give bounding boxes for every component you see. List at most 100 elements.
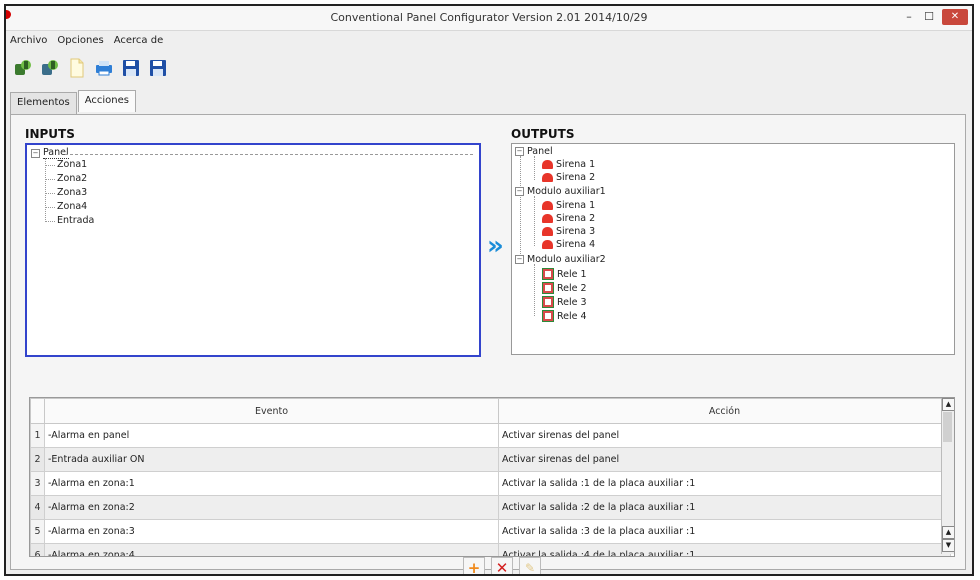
table-row[interactable]: 3 -Alarma en zona:1 Activar la salida :1… — [30, 471, 951, 496]
table-row[interactable]: 2 -Entrada auxiliar ON Activar sirenas d… — [30, 447, 951, 472]
evento-cell[interactable]: -Alarma en zona:1 — [44, 471, 499, 496]
tree-node-label: Sirena 3 — [556, 226, 596, 237]
double-chevron-right-icon[interactable]: » — [487, 233, 504, 259]
floppy-disk-icon — [123, 60, 139, 76]
evento-cell[interactable]: -Alarma en zona:3 — [44, 519, 499, 544]
device-write-icon — [42, 60, 58, 75]
table-scrollbar[interactable]: ▲ ▲ ▼ — [941, 398, 954, 554]
table-row[interactable]: 1 -Alarma en panel Activar sirenas del p… — [30, 423, 951, 448]
save-button[interactable] — [120, 57, 142, 79]
accion-cell[interactable]: Activar la salida :2 de la placa auxilia… — [498, 495, 951, 520]
tree-node-rele[interactable]: Rele 4 — [542, 310, 587, 322]
tree-node-sirena[interactable]: Sirena 1 — [542, 159, 595, 170]
evento-cell[interactable]: -Alarma en zona:2 — [44, 495, 499, 520]
evento-cell[interactable]: -Alarma en panel — [44, 423, 499, 448]
scroll-thumb[interactable] — [943, 412, 952, 442]
siren-icon — [542, 201, 553, 210]
scroll-up-icon[interactable]: ▲ — [942, 398, 954, 411]
accion-cell[interactable]: Activar la salida :3 de la placa auxilia… — [498, 519, 951, 544]
tree-node-zona3[interactable]: Zona3 — [57, 187, 87, 198]
row-number: 4 — [30, 495, 45, 520]
add-row-button[interactable]: + — [463, 557, 485, 574]
collapse-icon[interactable]: − — [515, 187, 524, 196]
scroll-down-icon[interactable]: ▼ — [942, 539, 954, 552]
siren-icon — [542, 240, 553, 249]
send-device-button[interactable] — [39, 57, 61, 79]
tab-elementos[interactable]: Elementos — [10, 92, 77, 114]
collapse-icon[interactable]: − — [515, 255, 524, 264]
tree-node-panel[interactable]: − Panel — [31, 147, 69, 159]
accion-cell[interactable]: Activar la salida :4 de la placa auxilia… — [498, 543, 951, 556]
row-number: 1 — [30, 423, 45, 448]
tree-node-sirena[interactable]: Sirena 2 — [542, 172, 595, 183]
delete-x-icon: ✕ — [495, 559, 509, 576]
row-number: 5 — [30, 519, 45, 544]
tree-node-modulo-auxiliar2[interactable]: − Modulo auxiliar2 — [515, 254, 606, 265]
tree-node-sirena[interactable]: Sirena 2 — [542, 213, 595, 224]
tree-node-modulo-auxiliar1[interactable]: − Modulo auxiliar1 — [515, 186, 606, 197]
evento-cell[interactable]: -Alarma en zona:4 — [44, 543, 499, 556]
siren-icon — [542, 173, 553, 182]
accion-cell[interactable]: Activar sirenas del panel — [498, 447, 951, 472]
connect-device-button[interactable] — [12, 57, 34, 79]
table-row[interactable]: 5 -Alarma en zona:3 Activar la salida :3… — [30, 519, 951, 544]
minimize-button[interactable]: – — [902, 10, 916, 24]
row-number: 2 — [30, 447, 45, 472]
tree-node-rele[interactable]: Rele 1 — [542, 268, 587, 280]
tree-node-label: Sirena 4 — [556, 239, 596, 250]
app-window: Conventional Panel Configurator Version … — [4, 4, 974, 576]
tree-node-label: Rele 1 — [557, 268, 587, 280]
acciones-panel: INPUTS − Panel Zona1 Zona2 Zona3 Zona4 E… — [10, 114, 966, 574]
new-file-button[interactable] — [66, 57, 88, 79]
menu-opciones[interactable]: Opciones — [57, 35, 103, 46]
tree-node-sirena[interactable]: Sirena 3 — [542, 226, 595, 237]
evento-cell[interactable]: -Entrada auxiliar ON — [44, 447, 499, 472]
menu-archivo[interactable]: Archivo — [10, 35, 47, 46]
tree-node-zona4[interactable]: Zona4 — [57, 201, 87, 212]
tree-node-label: Panel — [527, 146, 553, 157]
tree-node-panel[interactable]: − Panel — [515, 146, 553, 157]
table-row[interactable]: 6 -Alarma en zona:4 Activar la salida :4… — [30, 543, 951, 556]
close-button[interactable]: ✕ — [942, 9, 968, 25]
maximize-button[interactable]: ☐ — [922, 10, 936, 24]
save-as-button[interactable] — [147, 57, 169, 79]
tree-node-zona2[interactable]: Zona2 — [57, 173, 87, 184]
tree-node-rele[interactable]: Rele 3 — [542, 296, 587, 308]
tree-node-zona1[interactable]: Zona1 — [57, 159, 87, 170]
delete-row-button[interactable]: ✕ — [491, 557, 513, 576]
collapse-icon[interactable]: − — [515, 147, 524, 156]
column-header-accion[interactable]: Acción — [498, 398, 951, 424]
print-button[interactable] — [93, 57, 115, 79]
tree-node-sirena[interactable]: Sirena 1 — [542, 200, 595, 211]
relay-icon — [542, 296, 554, 308]
accion-cell[interactable]: Activar la salida :1 de la placa auxilia… — [498, 471, 951, 496]
scroll-up-icon[interactable]: ▲ — [942, 526, 954, 539]
window-title: Conventional Panel Configurator Version … — [330, 11, 648, 24]
menu-acerca-de[interactable]: Acerca de — [114, 35, 164, 46]
tree-node-entrada[interactable]: Entrada — [57, 215, 94, 226]
relay-icon — [542, 310, 554, 322]
siren-icon — [542, 160, 553, 169]
inputs-tree[interactable]: − Panel Zona1 Zona2 Zona3 Zona4 Entrada — [25, 143, 481, 357]
relay-icon — [542, 268, 554, 280]
tab-acciones[interactable]: Acciones — [77, 90, 136, 112]
outputs-tree[interactable]: − Panel Sirena 1 Sirena 2 − Modulo auxil… — [511, 143, 955, 355]
tree-node-sirena[interactable]: Sirena 4 — [542, 239, 595, 250]
tree-node-label: Sirena 1 — [556, 200, 596, 211]
collapse-icon[interactable]: − — [31, 148, 40, 158]
menu-bar: Archivo Opciones Acerca de — [6, 30, 972, 50]
tree-node-rele[interactable]: Rele 2 — [542, 282, 587, 294]
tree-node-label: Modulo auxiliar2 — [527, 254, 606, 265]
tree-node-label: Rele 4 — [557, 310, 587, 322]
edit-row-button[interactable]: ✎ — [519, 557, 541, 574]
column-header-evento[interactable]: Evento — [44, 398, 499, 424]
title-bar[interactable]: Conventional Panel Configurator Version … — [6, 6, 972, 31]
inputs-title: INPUTS — [25, 127, 75, 141]
tree-node-label: Panel — [43, 147, 69, 159]
table-row[interactable]: 4 -Alarma en zona:2 Activar la salida :2… — [30, 495, 951, 520]
row-number: 3 — [30, 471, 45, 496]
actions-table: Evento Acción 1 -Alarma en panel Activar… — [29, 397, 955, 557]
tab-bar: Elementos Acciones — [10, 90, 137, 114]
accion-cell[interactable]: Activar sirenas del panel — [498, 423, 951, 448]
row-number: 6 — [30, 543, 45, 556]
